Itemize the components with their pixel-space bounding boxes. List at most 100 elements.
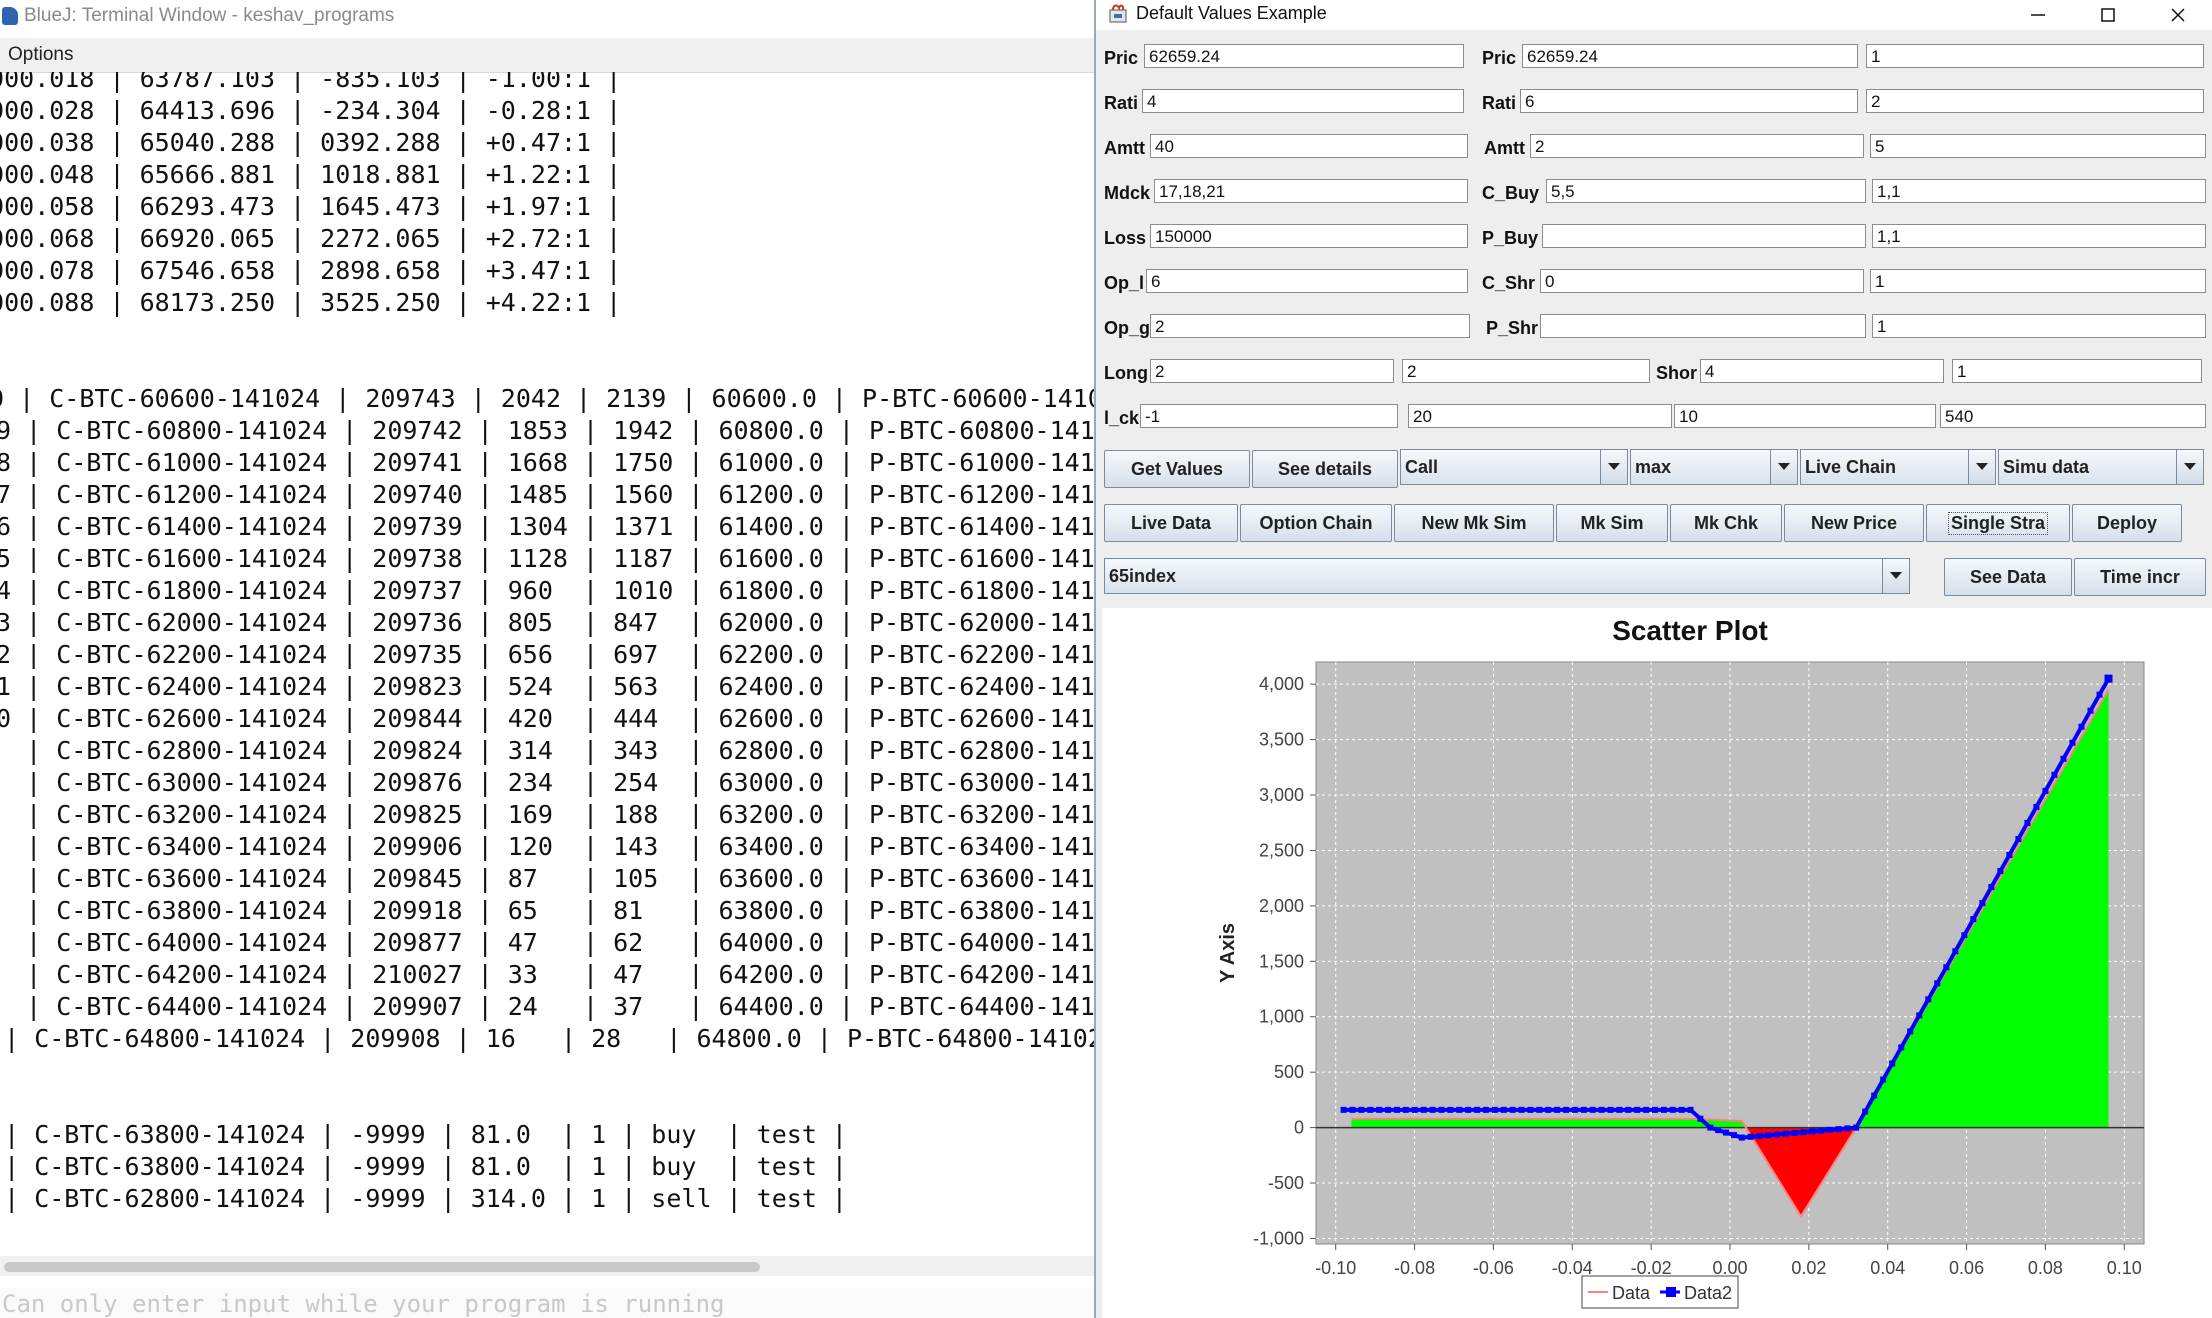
scatter-plot-chart: -0.10 -0.08 -0.06 -0.04 -0.02 0.00 0.02 0.04 0.0… (1217, 615, 2145, 1313)
rati-field-2[interactable]: 6 (1520, 89, 1858, 113)
x-tick-label: 0.08 (2028, 1258, 2063, 1278)
data2-point (1376, 1106, 1383, 1113)
terminal-horizontal-scrollbar[interactable] (0, 1256, 1096, 1276)
chevron-down-icon[interactable] (1600, 450, 1627, 484)
l-ck-field-3[interactable]: 10 (1674, 404, 1936, 428)
x-tick-label: 0.02 (1791, 1258, 1826, 1278)
terminal-line: 5 | C-BTC-61600-141024 | 209738 | 1128 |… (0, 544, 1096, 573)
deploy-button[interactable]: Deploy (2072, 504, 2182, 542)
single-stra-button[interactable]: Single Stra (1926, 504, 2070, 542)
maximize-icon (2101, 8, 2115, 22)
p-shr-field[interactable] (1540, 314, 1866, 338)
see-details-button[interactable]: See details (1252, 450, 1398, 488)
terminal-line: | C-BTC-64400-141024 | 209907 | 24 | 37 … (0, 992, 1096, 1021)
chevron-down-icon[interactable] (1882, 559, 1909, 593)
data2-point (1385, 1106, 1392, 1113)
option-chain-button[interactable]: Option Chain (1240, 504, 1392, 542)
data2-point (1465, 1106, 1472, 1113)
c-shr-field[interactable]: 0 (1540, 269, 1864, 293)
y-tick-label: 0 (1294, 1118, 1304, 1138)
chevron-down-icon[interactable] (1968, 450, 1995, 484)
mdck-field[interactable]: 17,18,21 (1154, 179, 1468, 203)
amtt-field-2[interactable]: 2 (1530, 134, 1864, 158)
c-shr-field-2[interactable]: 1 (1870, 269, 2206, 293)
long-field-2[interactable]: 2 (1402, 359, 1650, 383)
terminal-line: 0000.028 | 64413.696 | -234.304 | -0.28:… (0, 96, 622, 125)
chevron-down-icon[interactable] (2176, 450, 2203, 484)
x-tick-label: 0.00 (1712, 1258, 1747, 1278)
label-rati-2: Rati (1482, 93, 1517, 113)
data2-point (1782, 1130, 1789, 1137)
data2-point (1420, 1106, 1427, 1113)
terminal-line: | C-BTC-63800-141024 | -9999 | 81.0 | 1 … (0, 1152, 847, 1181)
pric-field[interactable]: 62659.24 (1144, 44, 1464, 68)
get-values-button[interactable]: Get Values (1104, 450, 1250, 488)
see-data-button[interactable]: See Data (1944, 558, 2072, 596)
terminal-line: 9 | C-BTC-60800-141024 | 209742 | 1853 |… (0, 416, 1096, 445)
p-buy-field[interactable] (1542, 224, 1866, 248)
data2-point (1616, 1106, 1623, 1113)
shor-field[interactable]: 4 (1700, 359, 1944, 383)
terminal-titlebar: BlueJ: Terminal Window - keshav_programs (0, 0, 1096, 32)
java-app-icon (1109, 4, 1127, 23)
data2-point (1723, 1129, 1730, 1136)
index-combo[interactable]: 65index (1104, 558, 1910, 594)
minimize-button[interactable] (2004, 0, 2072, 30)
data2-point (1482, 1106, 1489, 1113)
label-pric: Pric (1104, 48, 1139, 68)
long-field[interactable]: 2 (1150, 359, 1394, 383)
data2-point (1536, 1106, 1543, 1113)
mk-chk-button[interactable]: Mk Chk (1670, 504, 1782, 542)
data2-point (1438, 1106, 1445, 1113)
l-ck-field[interactable]: -1 (1140, 404, 1398, 428)
pric-field-2[interactable]: 62659.24 (1522, 44, 1858, 68)
time-incr-button[interactable]: Time incr (2074, 558, 2206, 596)
c-buy-field-2[interactable]: 1,1 (1872, 179, 2206, 203)
shor-field-2[interactable]: 1 (1952, 359, 2202, 383)
mk-sim-button[interactable]: Mk Sim (1556, 504, 1668, 542)
scrollbar-thumb[interactable] (4, 1262, 760, 1272)
amtt-field-3[interactable]: 5 (1870, 134, 2206, 158)
data2-point (1979, 900, 1986, 907)
terminal-line: 0 | C-BTC-63800-141024 | -9999 | 81.0 | … (0, 1120, 847, 1149)
l-ck-field-4[interactable]: 540 (1940, 404, 2206, 428)
x-tick-label: -0.02 (1631, 1258, 1672, 1278)
close-button[interactable] (2144, 0, 2212, 30)
chart-title: Scatter Plot (1612, 615, 1768, 646)
p-shr-field-2[interactable]: 1 (1872, 314, 2206, 338)
maximize-button[interactable] (2074, 0, 2142, 30)
x-tick-label: -0.04 (1552, 1258, 1593, 1278)
chevron-down-icon[interactable] (1770, 450, 1797, 484)
new-price-button[interactable]: New Price (1784, 504, 1924, 542)
amtt-field[interactable]: 40 (1150, 134, 1468, 158)
data2-point (1730, 1132, 1737, 1139)
data2-point (1527, 1106, 1534, 1113)
loss-field[interactable]: 150000 (1150, 224, 1468, 248)
op-g-field[interactable]: 2 (1150, 314, 1470, 338)
data2-point (1952, 948, 1959, 955)
terminal-line: 0000.018 | 63787.103 | -835.103 | -1.00:… (0, 72, 622, 93)
option-type-combo[interactable]: Call (1400, 449, 1628, 485)
mode-combo[interactable]: max (1630, 449, 1798, 485)
pric-field-3[interactable]: 1 (1866, 44, 2204, 68)
label-p-shr: P_Shr (1486, 318, 1539, 338)
op-l-field[interactable]: 6 (1146, 269, 1468, 293)
p-buy-field-2[interactable]: 1,1 (1872, 224, 2206, 248)
menu-options[interactable]: Options (8, 44, 73, 66)
new-mk-sim-button[interactable]: New Mk Sim (1394, 504, 1554, 542)
data2-point (1340, 1106, 1347, 1113)
live-data-button[interactable]: Live Data (1104, 504, 1238, 542)
chain-combo[interactable]: Live Chain (1800, 449, 1996, 485)
l-ck-field-2[interactable]: 20 (1408, 404, 1672, 428)
terminal-line: 3 | C-BTC-62000-141024 | 209736 | 805 | … (0, 608, 1096, 637)
data2-point (1500, 1106, 1507, 1113)
c-buy-field[interactable]: 5,5 (1546, 179, 1866, 203)
data2-point (1961, 932, 1968, 939)
rati-field-3[interactable]: 2 (1866, 89, 2204, 113)
data2-point (2033, 803, 2040, 810)
terminal-line: 4 | C-BTC-61800-141024 | 209737 | 960 | … (0, 576, 1096, 605)
app-title: Default Values Example (1136, 3, 1327, 23)
rati-field[interactable]: 4 (1142, 89, 1464, 113)
simu-data-combo[interactable]: Simu data (1998, 449, 2204, 485)
label-c-buy: C_Buy (1482, 183, 1540, 203)
